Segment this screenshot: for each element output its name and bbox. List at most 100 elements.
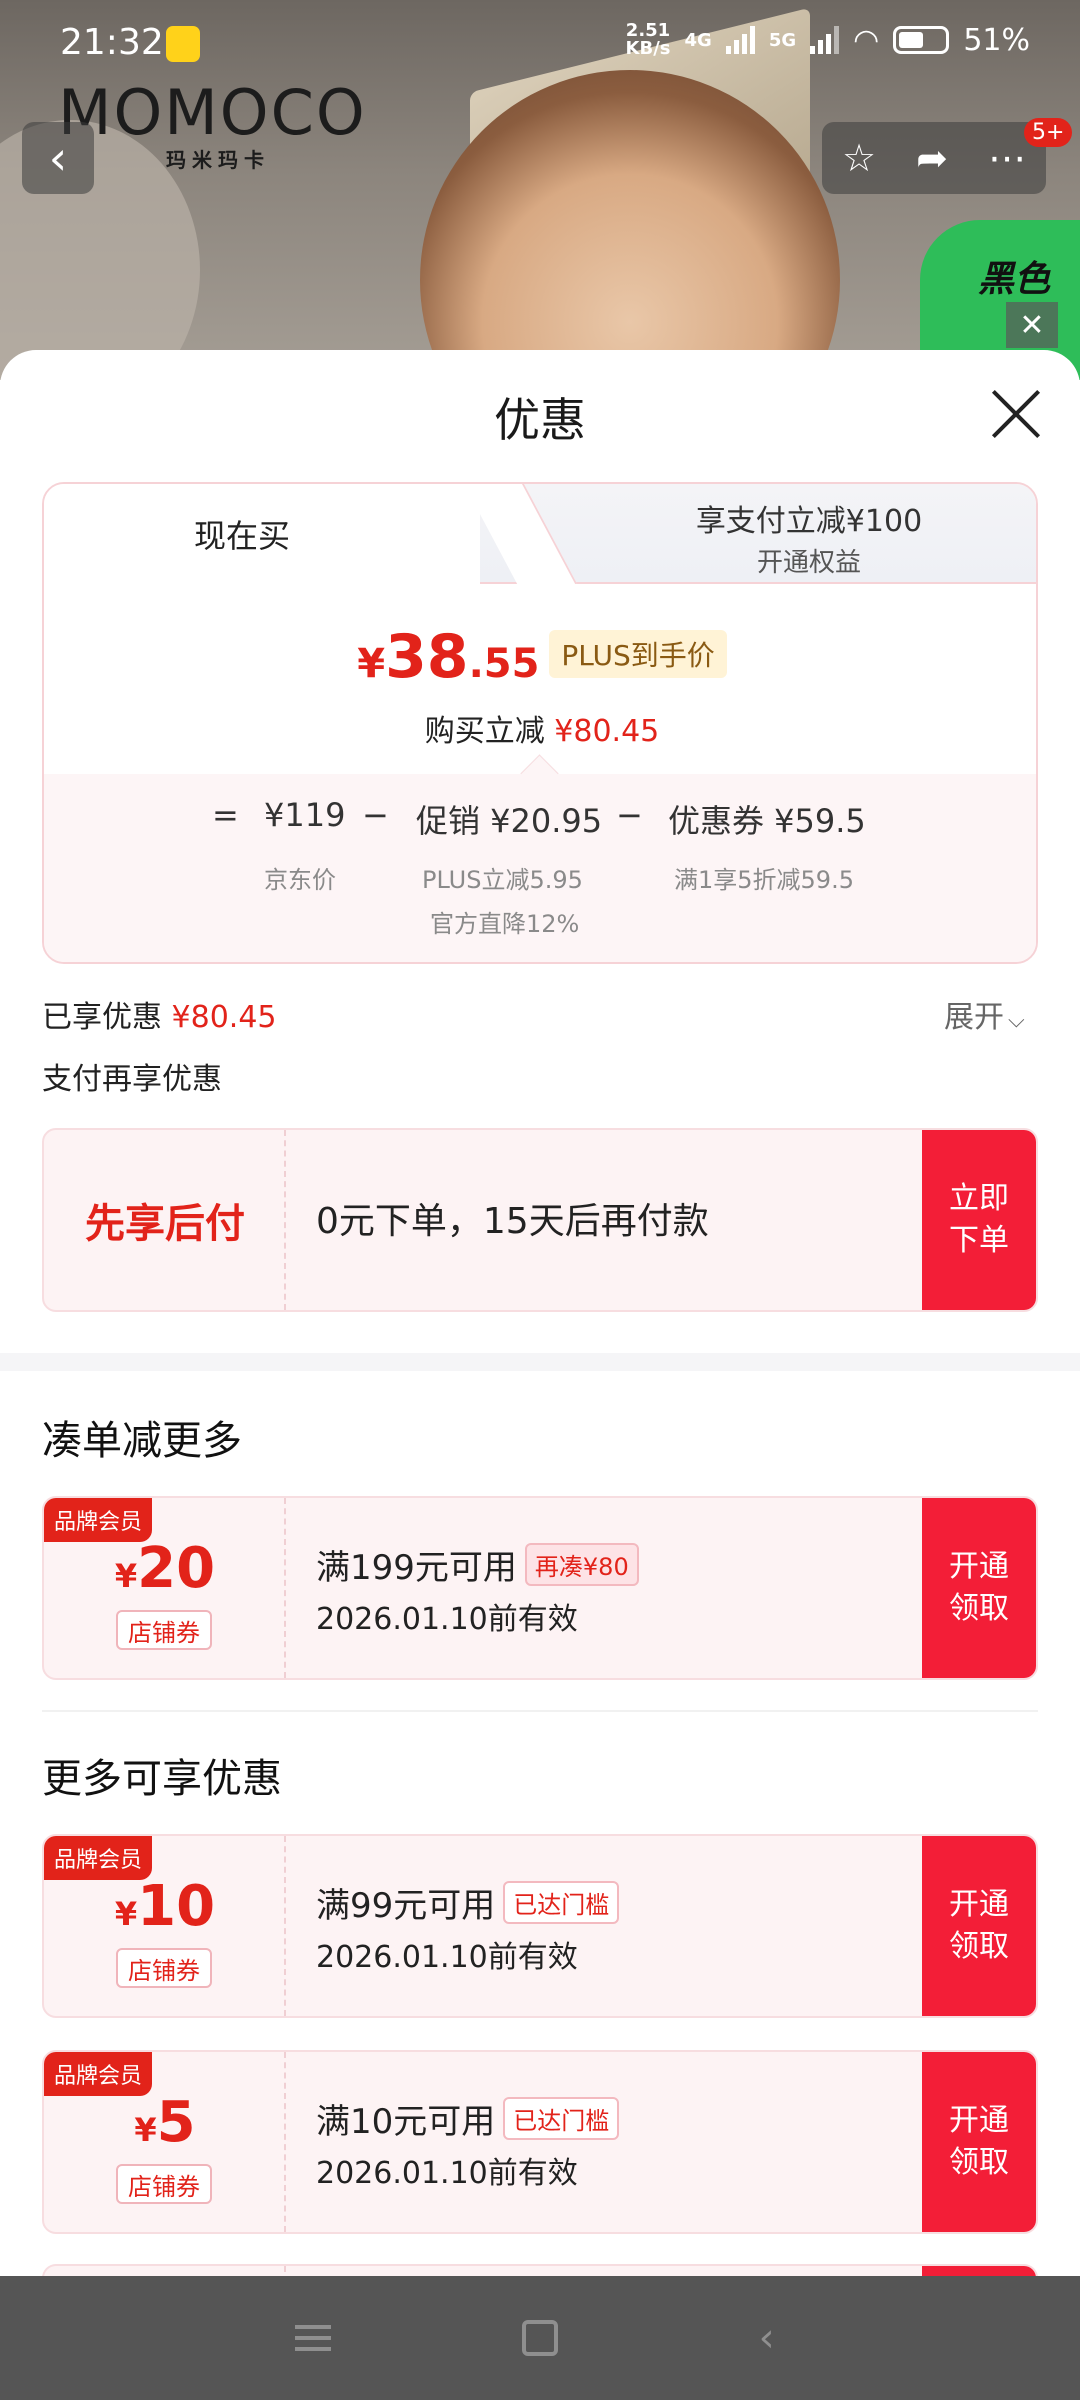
save-value: ¥80.45 (554, 714, 660, 749)
coupon-gap-tag: 再凑¥80 (524, 1543, 639, 1586)
status-right: 2.51 KB/s 4G 5G ◠ 51% (626, 22, 1030, 58)
wifi-icon: ◠ (853, 22, 880, 58)
coupon-card: 品牌会员 ¥5 店铺券 满10元可用 已达门槛 2026.01.10前有效 开通领… (42, 2050, 1038, 2234)
shop-coupon-tag: 店铺券 (116, 2164, 212, 2204)
pay-more-title: 支付再享优惠 (42, 1062, 222, 1097)
coupon-value: 10 (137, 1874, 216, 1939)
minus-sign-1: − (362, 796, 389, 834)
coupon-validity: 2026.01.10前有效 (316, 1940, 578, 1975)
brand-logo: MOMOCO (58, 76, 367, 149)
bnpl-left: 先享后付 (44, 1130, 286, 1310)
price-decimal: .55 (468, 641, 540, 687)
speed-unit: KB/s (625, 38, 671, 59)
tab-pay-discount-sub: 开通权益 (756, 548, 861, 578)
bnpl-description: 0元下单，15天后再付款 (316, 1201, 709, 1242)
bnpl-card: 先享后付 0元下单，15天后再付款 立即下单 (42, 1128, 1038, 1312)
price-integer: 38 (385, 622, 469, 692)
coupon-left: 品牌会员 ¥20 店铺券 (44, 1498, 286, 1678)
coupon-left: 品牌会员 ¥10 店铺券 (44, 1836, 286, 2016)
tab-buy-now[interactable]: 现在买 (44, 484, 480, 584)
coupon-amount: ¥10 (44, 1874, 286, 1939)
back-nav-button[interactable]: ‹ (727, 2315, 807, 2361)
signal-icon-2 (810, 26, 840, 54)
system-navigation-bar: ‹ (0, 2276, 1080, 2400)
green-tag-text: 黑色 (978, 259, 1051, 300)
coupon-card: 品牌会员 ¥20 店铺券 满199元可用 再凑¥80 2026.01.10前有效 … (42, 1496, 1038, 1680)
coupon-condition-text: 满99元可用 (316, 1886, 496, 1926)
more-dots-icon[interactable]: ⋯ (988, 136, 1026, 180)
section-combine-title: 凑单减更多 (42, 1418, 242, 1464)
claim-coupon-button[interactable]: 开通领取 (922, 1498, 1036, 1678)
purchase-discount: 购买立减 ¥80.45 (44, 706, 1036, 750)
signal-icon (725, 26, 755, 54)
promo-amount: 促销 ¥20.95 (416, 802, 603, 840)
coupon-condition-text: 满199元可用 (316, 1548, 517, 1588)
claim-coupon-button[interactable]: 开通领取 (922, 1836, 1036, 2016)
coupon-condition: 满199元可用 再凑¥80 (316, 1540, 639, 1589)
section-separator (42, 1710, 1038, 1712)
expand-button[interactable]: 展开 ⌵ (944, 992, 1025, 1036)
chevron-left-icon: ‹ (758, 2315, 775, 2361)
claim-label: 开通领取 (949, 1549, 1009, 1626)
back-button[interactable]: ‹ (22, 122, 94, 194)
expand-label: 展开 (944, 1000, 1004, 1035)
coupon-condition-text: 满10元可用 (316, 2102, 496, 2142)
final-price: ¥38.55 (357, 622, 539, 692)
menu-icon[interactable] (273, 2318, 353, 2358)
share-icon[interactable]: ➦ (916, 136, 948, 180)
shop-coupon-tag: 店铺券 (116, 1948, 212, 1988)
coupon-left: 品牌会员 ¥5 店铺券 (44, 2052, 286, 2232)
coupon-condition: 满10元可用 已达门槛 (316, 2094, 620, 2143)
enjoyed-label: 已享优惠 (42, 1000, 162, 1035)
sheet-close-button[interactable] (988, 386, 1044, 442)
star-icon[interactable]: ☆ (842, 136, 876, 180)
coupon-validity: 2026.01.10前有效 (316, 2156, 578, 2191)
jd-price-label: 京东价 (264, 866, 336, 894)
status-time: 21:32 (60, 22, 164, 63)
more-badge: 5+ (1024, 118, 1073, 147)
coupon-currency: ¥ (114, 1557, 138, 1595)
coupon-amount: 优惠券 ¥59.5 (668, 802, 866, 840)
claim-label: 开通领取 (949, 2103, 1009, 2180)
tab-pay-discount-label: 享支付立减¥100 (695, 504, 923, 539)
top-toolbar: ☆ ➦ ⋯ (822, 122, 1046, 194)
minus-sign-2: − (616, 796, 643, 834)
coupon-condition: 满99元可用 已达门槛 (316, 1878, 620, 1927)
coupon-value: 20 (137, 1536, 216, 1601)
chevron-left-icon: ‹ (48, 131, 68, 185)
discount-sheet: 优惠 现在买 享支付立减¥100 开通权益 ¥38.55 PLUS到手价 购买立减… (0, 350, 1080, 2304)
price-currency: ¥ (357, 641, 386, 687)
network-type-1: 4G (684, 29, 712, 51)
coupon-currency: ¥ (114, 1895, 138, 1933)
threshold-reached-tag: 已达门槛 (503, 2097, 620, 2140)
coupon-value: 5 (156, 2090, 196, 2155)
sheet-title: 优惠 (494, 393, 586, 447)
network-speed: 2.51 KB/s (626, 22, 671, 58)
price-breakdown: = ¥119 京东价 − 促销 ¥20.95 PLUS立减5.95 官方直降12… (44, 774, 1036, 962)
section-divider (0, 1353, 1080, 1371)
coupon-amount: ¥5 (44, 2090, 286, 2155)
shop-coupon-tag: 店铺券 (116, 1610, 212, 1650)
coupon-rule: 满1享5折减59.5 (674, 866, 854, 894)
brand-logo-sub: 玛米玛卡 (166, 148, 270, 172)
claim-label: 开通领取 (949, 1887, 1009, 1964)
network-type-2: 5G (768, 29, 797, 51)
close-icon: ✕ (1019, 307, 1045, 343)
ad-close-button[interactable]: ✕ (1006, 302, 1058, 348)
threshold-reached-tag: 已达门槛 (503, 1881, 620, 1924)
jd-price: ¥119 (264, 796, 346, 834)
order-now-button[interactable]: 立即下单 (922, 1130, 1036, 1310)
claim-coupon-button[interactable]: 开通领取 (922, 2052, 1036, 2232)
home-button[interactable] (500, 2320, 580, 2356)
tab-pay-discount-text[interactable]: 享支付立减¥100 开通权益 (584, 496, 1034, 579)
notification-app-icon (166, 26, 200, 62)
coupon-currency: ¥ (134, 2111, 157, 2149)
chevron-down-icon: ⌵ (1008, 1008, 1025, 1033)
battery-icon (893, 26, 950, 54)
bnpl-title: 先享后付 (85, 1201, 245, 1247)
home-square-icon (521, 2320, 558, 2356)
coupon-amount: ¥20 (44, 1536, 286, 1601)
price-card: 现在买 享支付立减¥100 开通权益 ¥38.55 PLUS到手价 购买立减 ¥8… (42, 482, 1038, 964)
battery-percent: 51% (963, 22, 1030, 58)
enjoyed-discount: 已享优惠 ¥80.45 (42, 992, 277, 1036)
